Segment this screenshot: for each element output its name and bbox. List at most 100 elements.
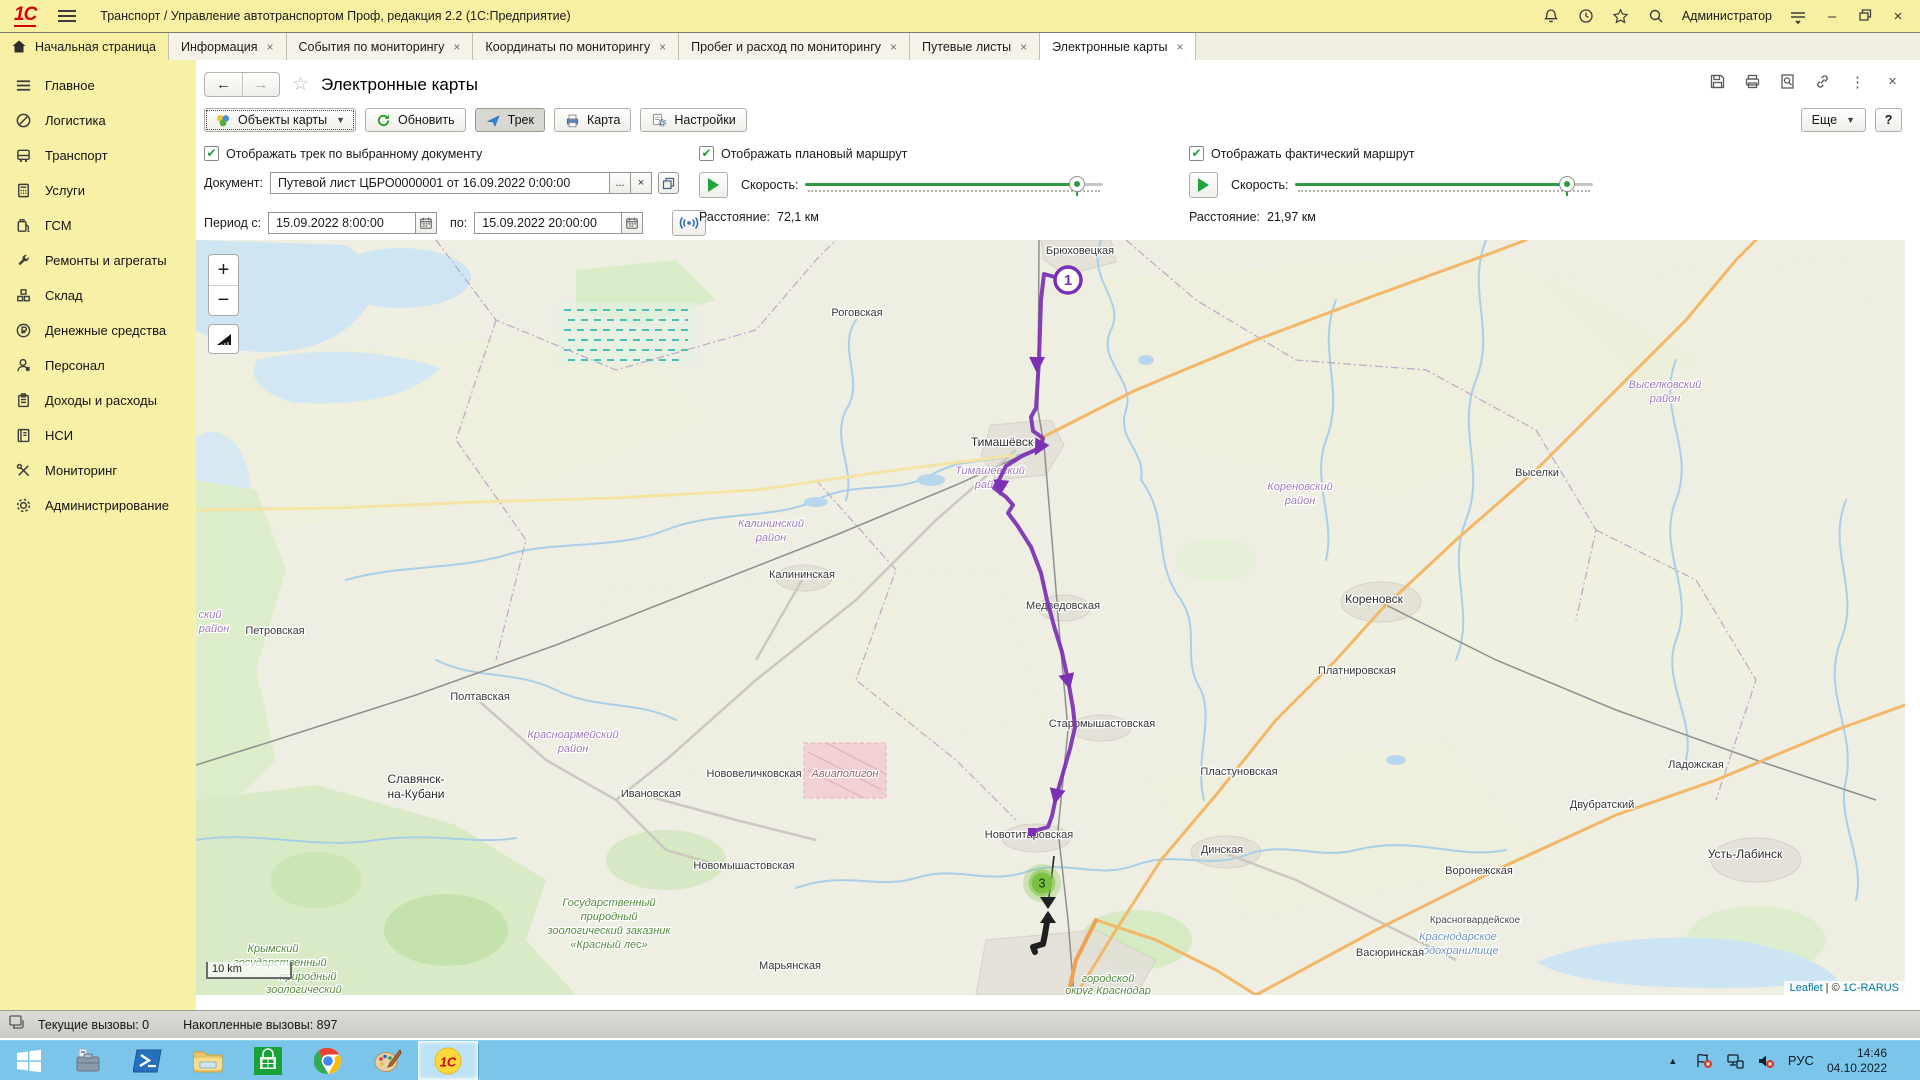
tray-action-center-icon[interactable] [1695, 1052, 1713, 1070]
plan-speed-slider-handle[interactable] [1069, 176, 1085, 192]
show-track-checkbox[interactable] [204, 146, 219, 161]
notifications-bell-icon[interactable] [1542, 7, 1560, 25]
taskbar-paint-icon[interactable] [358, 1041, 418, 1080]
plan-speed-slider[interactable] [805, 175, 1103, 195]
tab-close-icon[interactable]: × [453, 40, 460, 54]
settings-button[interactable]: Настройки [640, 108, 746, 132]
show-plan-route-checkbox[interactable] [699, 146, 714, 161]
tab-information[interactable]: Информация× [169, 33, 287, 60]
sidebar-item-fuel[interactable]: ГСМ [0, 208, 196, 243]
taskbar-1c-icon[interactable]: 1С [418, 1041, 478, 1080]
plan-route-end-marker [1028, 828, 1036, 836]
close-page-icon[interactable]: × [1883, 72, 1902, 91]
sidebar-item-logistics[interactable]: Логистика [0, 103, 196, 138]
sidebar-item-services[interactable]: Услуги [0, 173, 196, 208]
sidebar-item-nsi[interactable]: НСИ [0, 418, 196, 453]
tray-clock[interactable]: 14:46 04.10.2022 [1827, 1046, 1893, 1076]
start-button[interactable] [0, 1041, 58, 1080]
history-icon[interactable] [1577, 7, 1595, 25]
get-link-icon[interactable] [1813, 72, 1832, 91]
tab-monitoring-mileage[interactable]: Пробег и расход по мониторингу× [679, 33, 910, 60]
print-icon[interactable] [1743, 72, 1762, 91]
close-window-button[interactable]: × [1890, 8, 1906, 25]
tab-electronic-maps[interactable]: Электронные карты× [1040, 33, 1196, 60]
favorites-star-icon[interactable] [1612, 7, 1630, 25]
document-label: Документ: [204, 176, 263, 190]
sidebar-item-money[interactable]: Денежные средства [0, 313, 196, 348]
taskbar-chrome-icon[interactable] [298, 1041, 358, 1080]
refresh-button[interactable]: Обновить [365, 108, 466, 132]
sidebar-item-repairs[interactable]: Ремонты и агрегаты [0, 243, 196, 278]
tab-close-icon[interactable]: × [890, 40, 897, 54]
period-from-input[interactable]: 15.09.2022 8:00:00 [268, 212, 416, 234]
leaflet-link[interactable]: Leaflet [1790, 982, 1823, 994]
sidebar-item-income-expenses[interactable]: Доходы и расходы [0, 383, 196, 418]
map-label: Ладожская [1668, 759, 1724, 771]
fact-play-button[interactable] [1189, 172, 1218, 198]
tray-network-icon[interactable] [1726, 1052, 1744, 1070]
taskbar-powershell-icon[interactable] [118, 1041, 178, 1080]
sidebar-item-monitoring[interactable]: Мониторинг [0, 453, 196, 488]
sidebar-item-transport[interactable]: Транспорт [0, 138, 196, 173]
add-favorite-star-icon[interactable]: ☆ [292, 73, 309, 96]
search-icon[interactable] [1647, 7, 1665, 25]
tab-close-icon[interactable]: × [659, 40, 666, 54]
plan-play-button[interactable] [699, 172, 728, 198]
sidebar-item-warehouse[interactable]: Склад [0, 278, 196, 313]
tab-monitoring-events[interactable]: События по мониторингу× [287, 33, 474, 60]
show-fact-route-checkbox[interactable] [1189, 146, 1204, 161]
tray-language[interactable]: РУС [1788, 1053, 1814, 1068]
sidebar-item-administration[interactable]: Администрирование [0, 488, 196, 523]
period-to-input[interactable]: 15.09.2022 20:00:00 [474, 212, 622, 234]
more-button[interactable]: Еще ▼ [1801, 108, 1866, 132]
map-label: район [1284, 495, 1316, 507]
document-choose-button[interactable]: ... [610, 172, 631, 194]
document-clear-button[interactable]: × [631, 172, 652, 194]
tab-home[interactable]: Начальная страница [0, 33, 169, 60]
tab-close-icon[interactable]: × [1020, 40, 1027, 54]
provider-link[interactable]: 1C-RARUS [1843, 982, 1899, 994]
measure-tool-button[interactable] [208, 324, 239, 354]
save-icon[interactable] [1708, 72, 1727, 91]
period-from-calendar-icon[interactable] [416, 212, 437, 234]
track-button[interactable]: Трек [475, 108, 545, 132]
tab-close-icon[interactable]: × [1176, 40, 1183, 54]
taskbar-file-explorer-icon[interactable] [178, 1041, 238, 1080]
back-button[interactable]: ← [205, 73, 242, 96]
minimize-button[interactable]: – [1824, 8, 1840, 25]
fact-speed-slider[interactable] [1295, 175, 1593, 195]
document-open-button[interactable] [658, 172, 679, 194]
restore-button[interactable] [1857, 8, 1873, 25]
preview-icon[interactable] [1778, 72, 1797, 91]
map-canvas[interactable]: БрюховецкаяРоговскаяВыселковскийрайонТим… [196, 240, 1905, 995]
document-input[interactable]: Путевой лист ЦБРО0000001 от 16.09.2022 0… [270, 172, 610, 194]
tab-waybills[interactable]: Путевые листы × [910, 33, 1040, 60]
map-label: Государственный [562, 897, 655, 909]
help-button[interactable]: ? [1875, 108, 1902, 132]
current-user[interactable]: Администратор [1682, 9, 1772, 23]
service-menu-icon[interactable] [1789, 7, 1807, 25]
taskbar-server-manager-icon[interactable] [58, 1041, 118, 1080]
calls-icon[interactable] [8, 1014, 28, 1035]
map-label: Краснодарское [1419, 931, 1497, 943]
period-to-label: по: [450, 216, 467, 230]
tray-expand-icon[interactable]: ▲ [1664, 1052, 1682, 1070]
accumulated-calls: Накопленные вызовы: 897 [183, 1018, 337, 1032]
forward-button[interactable]: → [242, 73, 279, 96]
more-menu-kebab-icon[interactable]: ⋮ [1848, 72, 1867, 91]
period-to-calendar-icon[interactable] [622, 212, 643, 234]
tab-close-icon[interactable]: × [267, 40, 274, 54]
tray-volume-icon[interactable] [1757, 1052, 1775, 1070]
sidebar-item-main[interactable]: Главное [0, 68, 196, 103]
map-print-button[interactable]: Карта [554, 108, 631, 132]
sidebar-item-personnel[interactable]: Персонал [0, 348, 196, 383]
tab-label: Путевые листы [922, 40, 1011, 54]
zoom-in-button[interactable]: + [209, 255, 238, 285]
main-panel: ← → ☆ Электронные карты ⋮ × [196, 60, 1920, 1010]
taskbar-store-icon[interactable] [238, 1041, 298, 1080]
tab-monitoring-coordinates[interactable]: Координаты по мониторингу× [473, 33, 679, 60]
main-menu-icon[interactable] [58, 10, 76, 22]
map-objects-button[interactable]: Объекты карты ▼ [204, 108, 356, 132]
fact-speed-slider-handle[interactable] [1559, 176, 1575, 192]
zoom-out-button[interactable]: − [209, 285, 238, 315]
